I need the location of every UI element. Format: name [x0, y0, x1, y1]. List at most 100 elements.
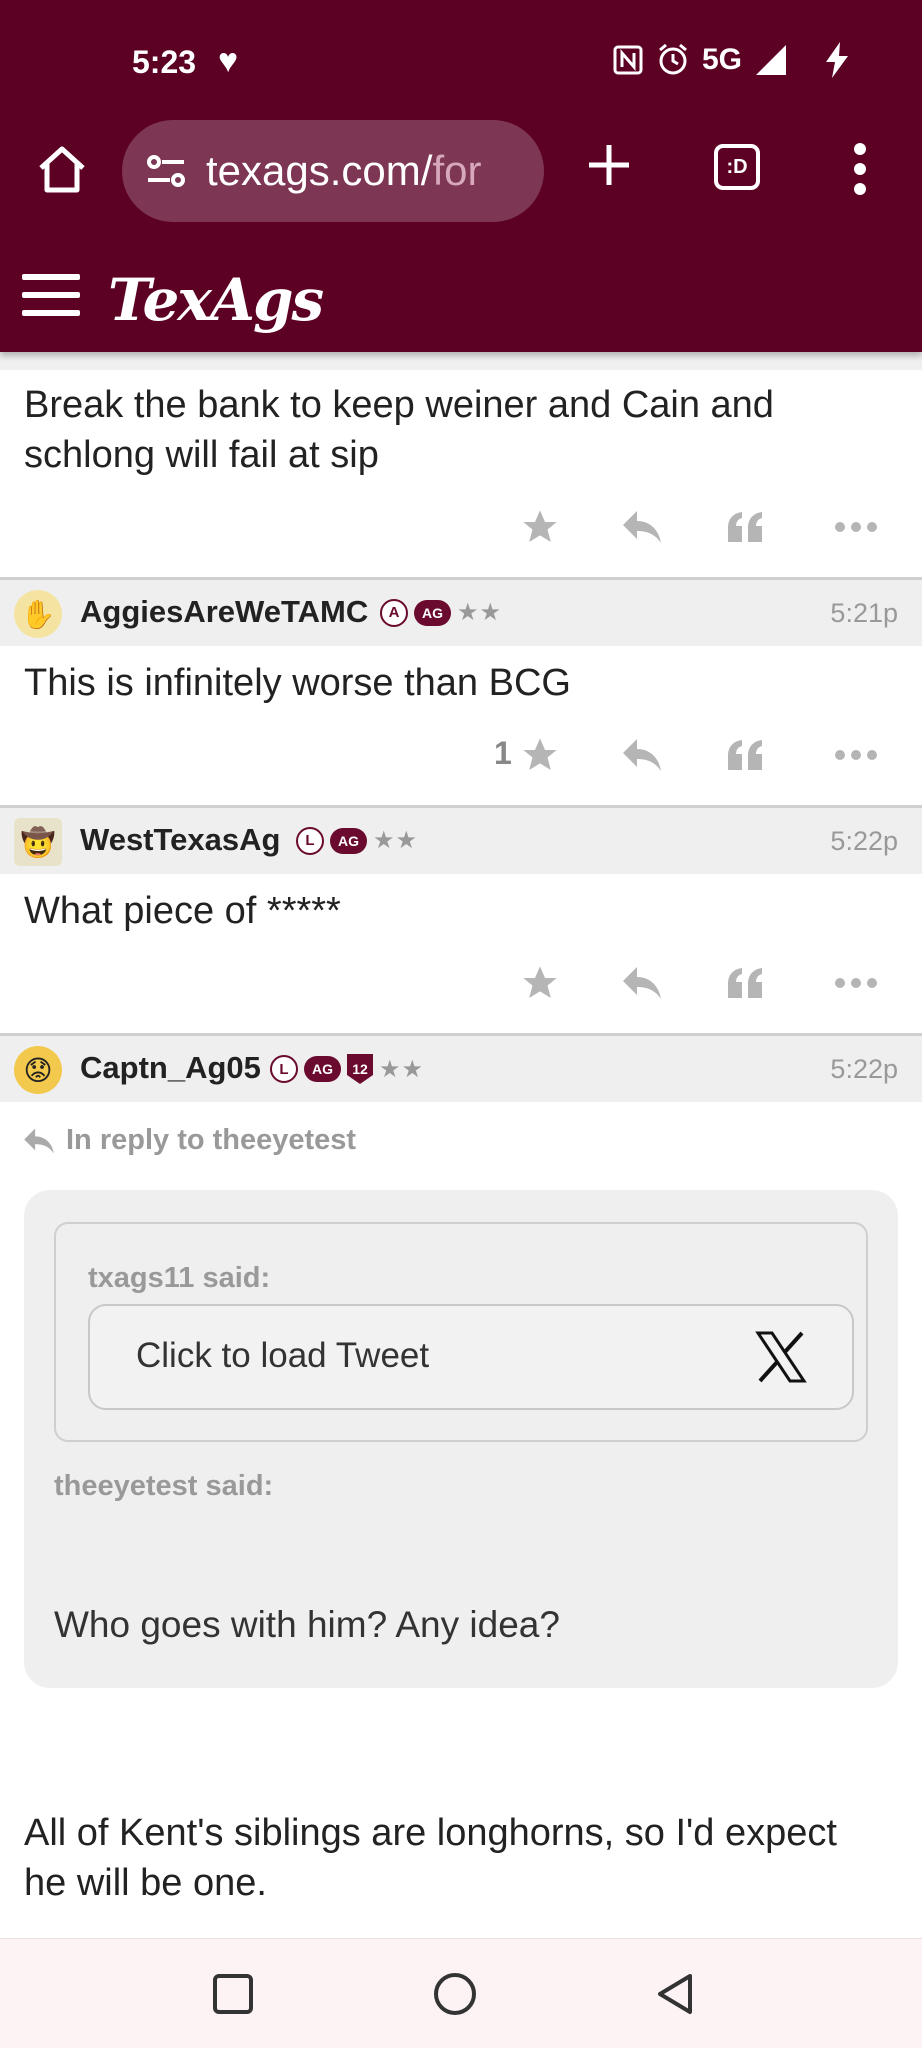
- home-icon[interactable]: [36, 144, 88, 196]
- post-body: What piece of *****: [24, 886, 341, 936]
- reply-icon: [623, 511, 661, 543]
- post-time: 5:22p: [830, 826, 898, 856]
- previous-post-header-partial: [0, 352, 922, 370]
- tab-switcher-button[interactable]: :D: [714, 144, 760, 190]
- badge-ag: AG: [330, 827, 367, 854]
- quote-icon: [728, 968, 762, 998]
- avatar[interactable]: 😟: [14, 1046, 62, 1094]
- user-badges: L AG ★★: [296, 826, 418, 855]
- signal-icon: [756, 45, 786, 75]
- quote-button[interactable]: [716, 497, 776, 557]
- system-navigation-bar: [0, 1938, 922, 2048]
- avatar[interactable]: ✋: [14, 590, 62, 638]
- post-text-line: he will be one.: [24, 1862, 267, 1904]
- badge-ag: AG: [414, 599, 451, 626]
- star-icon: [523, 510, 557, 542]
- url-main: texags.com/: [206, 147, 433, 194]
- badge-stars: ★★: [457, 599, 503, 626]
- nfc-icon: [613, 45, 643, 75]
- more-vert-icon[interactable]: [848, 142, 872, 196]
- badge-letter: L: [296, 826, 324, 855]
- browser-toolbar: texags.com/for :D: [0, 118, 922, 228]
- post-time: 5:22p: [830, 1054, 898, 1084]
- post-text-line: All of Kent's siblings are longhorns, so…: [24, 1812, 837, 1854]
- post-actions: 1: [0, 725, 922, 785]
- post-text-line: Break the bank to keep weiner and Cain a…: [24, 384, 774, 426]
- more-button[interactable]: [826, 953, 886, 1013]
- url-text[interactable]: texags.com/for: [206, 147, 481, 195]
- url-bar[interactable]: texags.com/for: [122, 120, 544, 222]
- quote-icon: [728, 512, 762, 542]
- username[interactable]: WestTexasAg: [80, 822, 280, 858]
- home-circle-icon[interactable]: [432, 1971, 478, 2017]
- star-button[interactable]: [510, 725, 570, 785]
- quote-button[interactable]: [716, 725, 776, 785]
- post-actions: [0, 953, 922, 1013]
- reply-to-link[interactable]: In reply to theeyetest: [22, 1124, 356, 1157]
- site-header: TexAgs: [0, 228, 922, 352]
- badge-shield: 12: [347, 1054, 373, 1084]
- reply-button[interactable]: [612, 953, 672, 1013]
- url-dim: for: [432, 147, 482, 194]
- more-horiz-icon: [835, 978, 877, 988]
- username[interactable]: Captn_Ag05: [80, 1050, 261, 1086]
- reply-button[interactable]: [612, 497, 672, 557]
- reply-to-text: In reply to theeyetest: [66, 1124, 357, 1156]
- quote-author: theeyetest said:: [54, 1470, 274, 1502]
- back-icon[interactable]: [652, 1971, 698, 2017]
- tab-switcher-label: :D: [726, 155, 748, 178]
- post-text-line: schlong will fail at sip: [24, 434, 379, 476]
- badge-stars: ★★: [379, 1055, 425, 1083]
- more-button[interactable]: [826, 725, 886, 785]
- avatar[interactable]: 🤠: [14, 818, 62, 866]
- reply-icon: [623, 739, 661, 771]
- recents-icon[interactable]: [210, 1971, 256, 2017]
- site-settings-icon[interactable]: [144, 150, 188, 194]
- more-horiz-icon: [835, 522, 877, 532]
- more-horiz-icon: [835, 750, 877, 760]
- post-header: ✋ AggiesAreWeTAMC A AG ★★ 5:21p: [0, 580, 922, 646]
- post-body: Break the bank to keep weiner and Cain a…: [24, 380, 774, 480]
- reply-icon: [24, 1128, 54, 1153]
- username[interactable]: AggiesAreWeTAMC: [80, 594, 368, 630]
- quote-button[interactable]: [716, 953, 776, 1013]
- post-body: All of Kent's siblings are longhorns, so…: [24, 1808, 837, 1908]
- status-time: 5:23: [132, 44, 197, 80]
- user-badges: A AG ★★: [380, 598, 502, 627]
- star-button[interactable]: [510, 497, 570, 557]
- star-icon: [523, 966, 557, 998]
- reply-button[interactable]: [612, 725, 672, 785]
- nested-quote-author: txags11 said:: [88, 1262, 271, 1294]
- post-text-line: What piece of *****: [24, 890, 341, 932]
- post-time: 5:21p: [830, 598, 898, 628]
- more-button[interactable]: [826, 497, 886, 557]
- alarm-icon: [659, 43, 687, 75]
- quote-icon: [728, 740, 762, 770]
- status-icons: 5G: [612, 42, 852, 78]
- user-badges: L AG 12 ★★: [270, 1054, 424, 1084]
- reply-icon: [623, 967, 661, 999]
- badge-letter: A: [380, 598, 408, 627]
- badge-ag: AG: [304, 1056, 341, 1082]
- quote-block: txags11 said: Click to load Tweet theeye…: [24, 1190, 898, 1688]
- post-actions: [0, 497, 922, 557]
- badge-stars: ★★: [373, 827, 419, 854]
- status-bar: 5:23 ♥ 5G: [0, 0, 922, 118]
- quote-text: Who goes with him? Any idea?: [54, 1604, 560, 1645]
- charging-icon: [826, 42, 848, 78]
- nested-quote-block: txags11 said: Click to load Tweet: [54, 1222, 868, 1442]
- tweet-embed-placeholder[interactable]: Click to load Tweet: [88, 1304, 854, 1410]
- badge-letter: L: [270, 1055, 298, 1083]
- post-text-line: This is infinitely worse than BCG: [24, 662, 571, 704]
- x-logo-icon: [755, 1331, 807, 1383]
- star-icon: [523, 738, 557, 770]
- star-button[interactable]: [510, 953, 570, 1013]
- post-header: 😟 Captn_Ag05 L AG 12 ★★ 5:22p: [0, 1036, 922, 1102]
- post-body: This is infinitely worse than BCG: [24, 658, 571, 708]
- tweet-load-text: Click to load Tweet: [136, 1336, 430, 1375]
- site-logo[interactable]: TexAgs: [108, 266, 324, 334]
- new-tab-icon[interactable]: [586, 142, 632, 188]
- heart-icon: ♥: [218, 42, 239, 80]
- post-header: 🤠 WestTexasAg L AG ★★ 5:22p: [0, 808, 922, 874]
- hamburger-menu-icon[interactable]: [22, 274, 80, 316]
